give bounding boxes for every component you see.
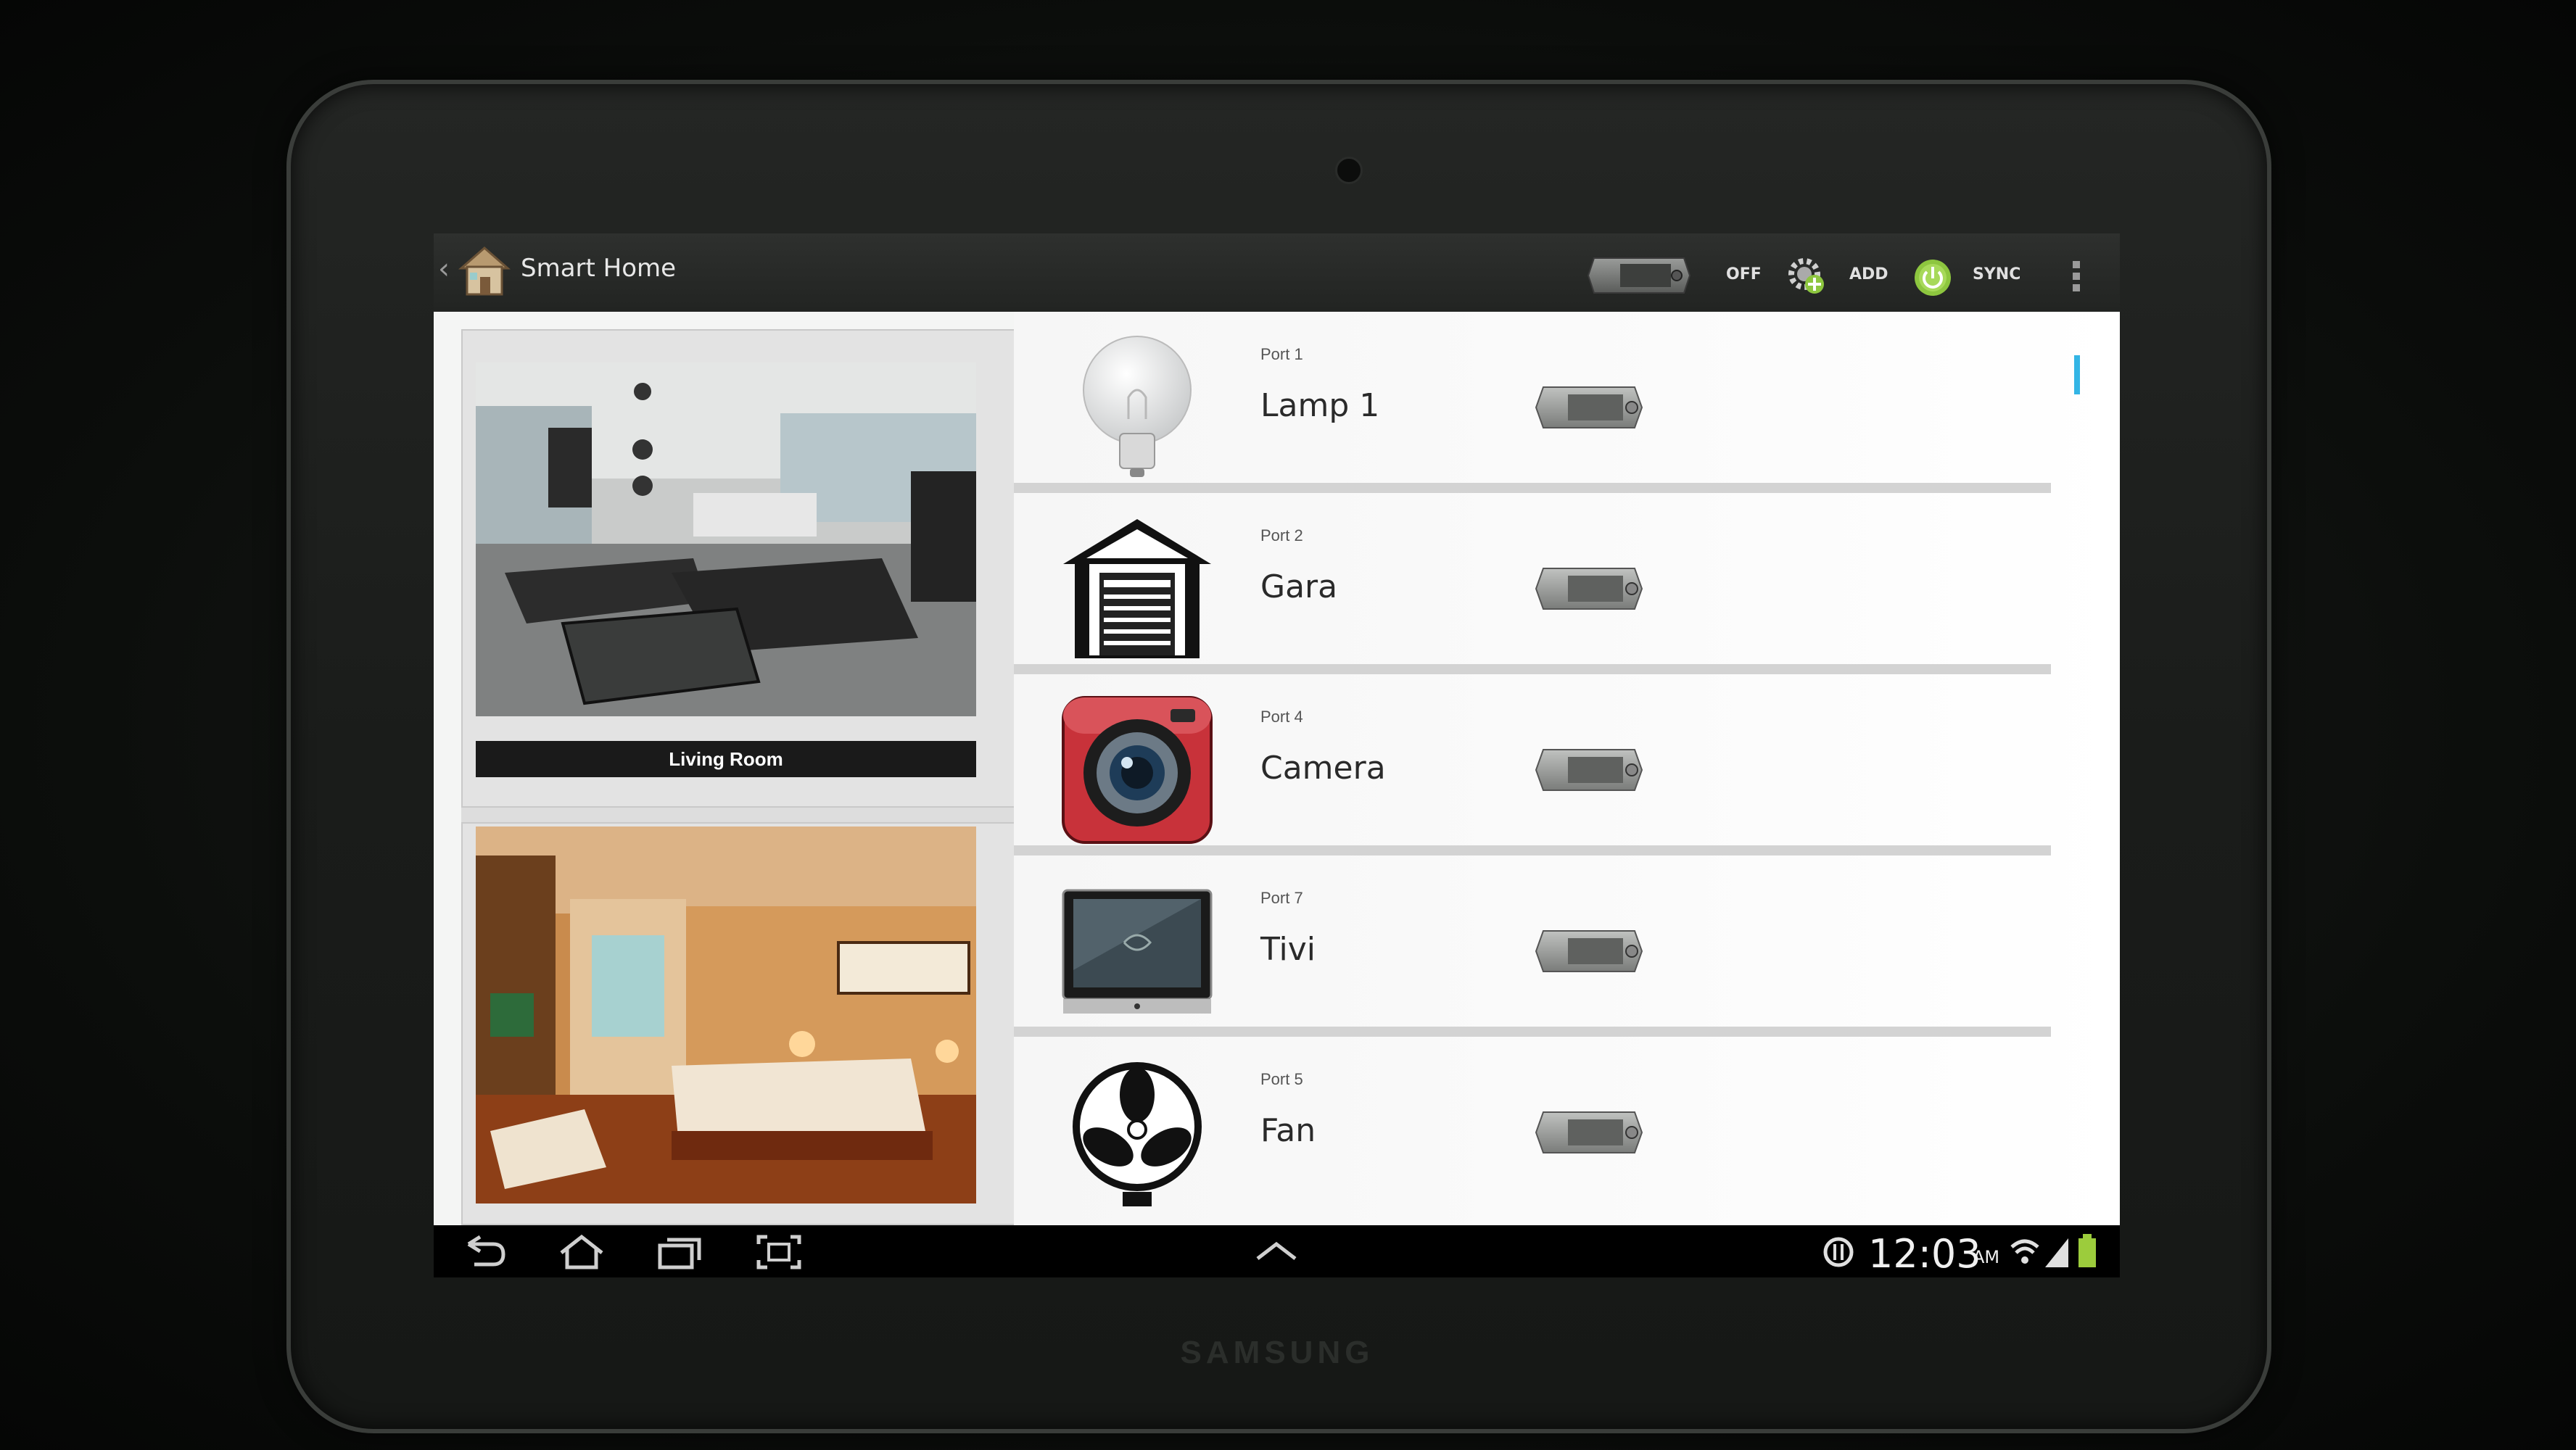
house-icon[interactable]: [455, 241, 513, 302]
port-label: Port 7: [1260, 889, 1303, 907]
living-room-photo: [476, 362, 976, 716]
sync-label[interactable]: SYNC: [1973, 265, 2020, 283]
home-nav-icon[interactable]: [558, 1234, 605, 1270]
add-label[interactable]: ADD: [1849, 265, 1888, 283]
port-label: Port 5: [1260, 1070, 1303, 1088]
device-row-camera[interactable]: Port 4 Camera: [1014, 674, 2051, 856]
recent-apps-icon[interactable]: [657, 1234, 703, 1270]
app-title: Smart Home: [521, 254, 677, 283]
room-list: Living Room: [461, 329, 1015, 1225]
sync-status-icon: [1823, 1237, 1854, 1267]
port-label: Port 1: [1260, 345, 1303, 363]
action-bar: ‹ Smart Home OFF ADD SYNC: [434, 233, 2120, 312]
scroll-indicator: [2074, 355, 2080, 394]
room-label: Living Room: [476, 741, 976, 777]
row-divider: [1014, 845, 2051, 856]
camera-icon: [1062, 696, 1213, 844]
back-nav-icon[interactable]: [461, 1234, 508, 1270]
chevron-left-icon[interactable]: ‹: [438, 252, 450, 286]
device-name: Tivi: [1260, 931, 1316, 968]
row-divider: [1014, 1027, 2051, 1037]
master-toggle[interactable]: [1587, 255, 1691, 296]
device-name: Gara: [1260, 568, 1338, 605]
tv-icon: [1062, 889, 1213, 1014]
signal-icon: [2045, 1238, 2068, 1267]
device-toggle[interactable]: [1535, 747, 1643, 793]
device-toggle[interactable]: [1535, 384, 1643, 431]
device-row-gara[interactable]: Port 2 Gara: [1014, 493, 2051, 674]
device-name: Lamp 1: [1260, 387, 1380, 424]
screen: ‹ Smart Home OFF ADD SYNC Living Room Po…: [434, 233, 2120, 1277]
device-toggle[interactable]: [1535, 1109, 1643, 1156]
gear-add-icon[interactable]: [1784, 254, 1828, 297]
clock-time: 12:03: [1868, 1231, 1981, 1277]
device-toggle[interactable]: [1535, 928, 1643, 974]
port-label: Port 2: [1260, 526, 1303, 544]
bedroom-photo: [476, 826, 976, 1204]
garage-icon: [1063, 519, 1211, 658]
room-card-bedroom[interactable]: [461, 822, 1015, 1225]
device-row-lamp-1[interactable]: Port 1 Lamp 1: [1014, 312, 2051, 493]
off-label[interactable]: OFF: [1726, 265, 1762, 283]
system-bar: 12:03 AM: [434, 1225, 2120, 1277]
lamp-icon: [1083, 336, 1192, 477]
port-label: Port 4: [1260, 708, 1303, 726]
device-name: Fan: [1260, 1112, 1316, 1149]
main-content: Living Room Port 1 Lamp 1 Port 2 Gara Po…: [434, 312, 2120, 1225]
clock-ampm: AM: [1973, 1247, 2000, 1267]
device-toggle[interactable]: [1535, 566, 1643, 612]
room-card-living-room[interactable]: Living Room: [461, 329, 1015, 808]
device-name: Camera: [1260, 750, 1386, 787]
overflow-menu-icon[interactable]: [2071, 261, 2081, 294]
device-row-tivi[interactable]: Port 7 Tivi: [1014, 856, 2051, 1037]
screenshot-icon[interactable]: [756, 1234, 802, 1270]
up-caret-icon[interactable]: [1253, 1234, 1300, 1270]
row-divider: [1014, 664, 2051, 674]
row-divider: [1014, 483, 2051, 493]
device-list: Port 1 Lamp 1 Port 2 Gara Port 4 Camera …: [1014, 312, 2120, 1225]
front-camera: [1335, 157, 1363, 184]
device-brand: SAMSUNG: [1180, 1335, 1374, 1370]
power-sync-icon[interactable]: [1913, 258, 1952, 297]
device-row-fan[interactable]: Port 5 Fan: [1014, 1037, 2051, 1218]
wifi-icon: [2010, 1239, 2039, 1264]
fan-icon: [1073, 1062, 1202, 1206]
battery-icon: [2078, 1234, 2096, 1267]
